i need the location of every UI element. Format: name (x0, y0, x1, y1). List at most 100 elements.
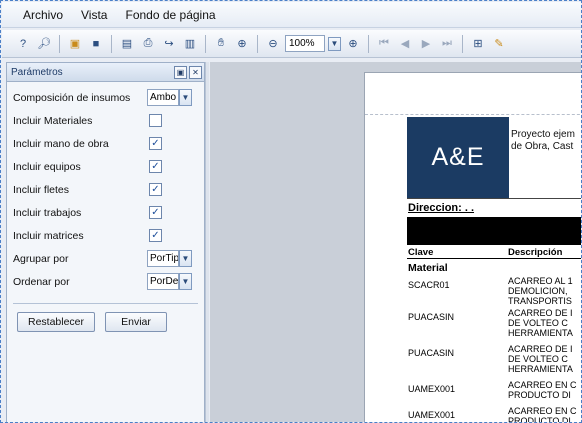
param-row: Incluir equipos ✓ (13, 155, 198, 178)
reset-button[interactable]: Restablecer (17, 312, 95, 332)
pin-icon[interactable]: ▣ (174, 65, 187, 79)
param-label: Incluir Materiales (13, 114, 93, 127)
highlight-icon[interactable]: ✎ (490, 35, 508, 53)
address-label: Direccion: . . (408, 202, 475, 214)
param-row: Composición de insumos Ambo ▼ (13, 86, 198, 109)
column-clave: Clave (408, 247, 434, 258)
close-icon[interactable]: ✕ (189, 65, 202, 79)
print-icon[interactable]: ⎙ (139, 35, 157, 53)
row-description: ACARREO EN C PRODUCTO DI (508, 380, 577, 400)
param-label: Incluir fletes (13, 183, 70, 196)
include-materials-checkbox[interactable] (149, 114, 162, 127)
last-page-icon[interactable]: ⏭︎ (438, 35, 456, 53)
composition-select[interactable]: Ambo ▼ (147, 89, 192, 106)
find-icon[interactable]: 🔎︎ (35, 35, 53, 53)
param-label: Incluir mano de obra (13, 137, 109, 150)
panel-splitter[interactable] (205, 62, 209, 422)
page-setup-icon[interactable]: ▤ (118, 35, 136, 53)
row-clave: UAMEX001 (408, 384, 456, 394)
tree-icon[interactable]: ⊞ (469, 35, 487, 53)
order-by-select[interactable]: PorDe ▼ (147, 273, 192, 290)
toolbar-separator (257, 34, 258, 53)
row-clave: PUACASIN (408, 312, 455, 322)
param-label: Incluir matrices (13, 229, 84, 242)
hand-icon[interactable]: ✋︎ (212, 35, 230, 53)
toolbar-separator (111, 34, 112, 53)
print-layout-icon[interactable]: ▥ (181, 35, 199, 53)
include-equipment-checkbox[interactable]: ✓ (149, 160, 162, 173)
chevron-down-icon[interactable]: ▼ (179, 273, 192, 290)
param-row: Incluir Materiales (13, 109, 198, 132)
chevron-down-icon[interactable]: ▼ (179, 89, 192, 106)
column-descripcion: Descripción (508, 247, 563, 258)
toolbar-separator (205, 34, 206, 53)
parameters-list: Composición de insumos Ambo ▼ Incluir Ma… (7, 82, 204, 293)
zoom-in-icon[interactable]: ⊕ (344, 35, 362, 53)
next-page-icon[interactable]: ▶ (417, 35, 435, 53)
param-label: Ordenar por (13, 275, 70, 288)
include-labor-checkbox[interactable]: ✓ (149, 137, 162, 150)
row-clave: PUACASIN (408, 348, 455, 358)
section-heading: Material (408, 262, 448, 274)
row-description: ACARREO DE I DE VOLTEO C HERRAMIENTA (508, 308, 573, 338)
open-folder-icon[interactable]: ▣ (66, 35, 84, 53)
param-row: Incluir matrices ✓ (13, 224, 198, 247)
menu-fondo-de-pagina[interactable]: Fondo de página (122, 6, 218, 24)
param-row: Incluir trabajos ✓ (13, 201, 198, 224)
zoom-out-icon[interactable]: ⊖ (264, 35, 282, 53)
param-row: Incluir mano de obra ✓ (13, 132, 198, 155)
table-row: UAMEX001 ACARREO EN C PRODUCTO DI (407, 380, 581, 402)
param-label: Composición de insumos (13, 91, 131, 104)
help-icon[interactable]: ? (14, 35, 32, 53)
row-description: ACARREO AL 1 DEMOLICION, TRANSPORTIS (508, 276, 573, 306)
project-title: Proyecto ejem de Obra, Cast (511, 129, 575, 153)
report-page: A&E Proyecto ejem de Obra, Cast Direccio… (364, 72, 581, 423)
redacted-bar (407, 217, 581, 245)
save-icon[interactable]: ■ (87, 35, 105, 53)
report-viewer-window: Archivo Vista Fondo de página ? 🔎︎ ▣ ■ ▤… (0, 0, 582, 423)
row-description: ACARREO DE I DE VOLTEO C HERRAMIENTA (508, 344, 573, 374)
param-row: Ordenar por PorDe ▼ (13, 270, 198, 293)
project-title-line: Proyecto ejem (511, 129, 575, 140)
previous-page-icon[interactable]: ◀ (396, 35, 414, 53)
project-title-line: de Obra, Cast (511, 141, 574, 152)
parameters-panel-header: Parámetros ▣ ✕ (7, 63, 204, 82)
param-label: Agrupar por (13, 252, 69, 265)
zoom-in-icon[interactable]: ⊕ (233, 35, 251, 53)
table-row: PUACASIN ACARREO DE I DE VOLTEO C HERRAM… (407, 344, 581, 376)
param-label: Incluir trabajos (13, 206, 82, 219)
send-button[interactable]: Enviar (105, 312, 167, 332)
include-matrices-checkbox[interactable]: ✓ (149, 229, 162, 242)
row-clave: SCACR01 (408, 280, 450, 290)
toolbar-separator (59, 34, 60, 53)
table-row: SCACR01 ACARREO AL 1 DEMOLICION, TRANSPO… (407, 276, 581, 308)
export-icon[interactable]: ↪ (160, 35, 178, 53)
first-page-icon[interactable]: ⏮︎ (375, 35, 393, 53)
page-margin-guide (365, 73, 581, 115)
select-value[interactable]: Ambo (147, 89, 179, 106)
divider (407, 198, 581, 199)
menu-vista[interactable]: Vista (78, 6, 110, 24)
include-freight-checkbox[interactable]: ✓ (149, 183, 162, 196)
toolbar-separator (462, 34, 463, 53)
zoom-select[interactable]: 100% (285, 35, 325, 52)
menu-archivo[interactable]: Archivo (20, 6, 66, 24)
select-value[interactable]: PorDe (147, 273, 179, 290)
row-clave: UAMEX001 (408, 410, 456, 420)
include-jobs-checkbox[interactable]: ✓ (149, 206, 162, 219)
chevron-down-icon[interactable]: ▼ (179, 250, 192, 267)
parameters-panel: Parámetros ▣ ✕ Composición de insumos Am… (6, 62, 205, 422)
param-label: Incluir equipos (13, 160, 81, 173)
report-viewer[interactable]: A&E Proyecto ejem de Obra, Cast Direccio… (210, 62, 581, 423)
select-value[interactable]: PorTip (147, 250, 179, 267)
table-row: UAMEX001 ACARREO EN C PRODUCTO DI (407, 406, 581, 423)
row-description: ACARREO EN C PRODUCTO DI (508, 406, 577, 423)
table-row: PUACASIN ACARREO DE I DE VOLTEO C HERRAM… (407, 308, 581, 340)
chevron-down-icon[interactable]: ▼ (328, 36, 341, 51)
menu-bar: Archivo Vista Fondo de página (2, 2, 581, 28)
table-header: Clave Descripción (407, 247, 581, 259)
panel-title: Parámetros (11, 66, 63, 78)
company-logo: A&E (407, 117, 509, 198)
group-by-select[interactable]: PorTip ▼ (147, 250, 192, 267)
toolbar-separator (368, 34, 369, 53)
